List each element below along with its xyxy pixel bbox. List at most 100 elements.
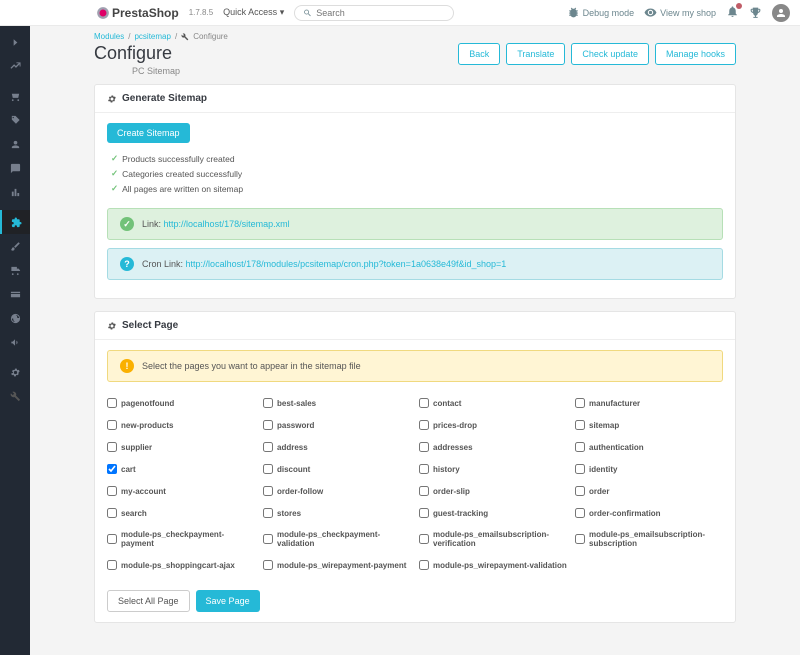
person-icon	[10, 139, 21, 150]
sidebar-intl[interactable]	[0, 306, 30, 330]
check-update-button[interactable]: Check update	[571, 43, 649, 65]
search-field[interactable]	[294, 5, 454, 21]
page-checkbox[interactable]	[107, 420, 117, 430]
page-checkbox[interactable]	[419, 420, 429, 430]
save-page-button[interactable]: Save Page	[196, 590, 260, 612]
sidebar-stats[interactable]	[0, 180, 30, 204]
page-checkbox[interactable]	[419, 486, 429, 496]
page-item[interactable]: authentication	[575, 438, 723, 456]
page-item[interactable]: cart	[107, 460, 255, 478]
page-item[interactable]: identity	[575, 460, 723, 478]
page-checkbox[interactable]	[263, 560, 273, 570]
status-item: ✓Products successfully created	[111, 151, 719, 166]
page-item[interactable]: contact	[419, 394, 567, 412]
page-checkbox[interactable]	[575, 534, 585, 544]
search-input[interactable]	[316, 8, 445, 18]
page-checkbox[interactable]	[107, 486, 117, 496]
page-checkbox[interactable]	[263, 420, 273, 430]
page-item[interactable]: stores	[263, 504, 411, 522]
notifications-button[interactable]	[726, 5, 739, 20]
page-checkbox[interactable]	[419, 398, 429, 408]
page-checkbox[interactable]	[575, 442, 585, 452]
trophy-icon[interactable]	[749, 6, 762, 19]
sidebar-dashboard[interactable]	[0, 54, 30, 78]
debug-mode-link[interactable]: Debug mode	[567, 6, 635, 19]
page-item[interactable]: sitemap	[575, 416, 723, 434]
crumb-modules[interactable]: Modules	[94, 32, 124, 41]
sidebar-customers[interactable]	[0, 132, 30, 156]
page-checkbox[interactable]	[419, 560, 429, 570]
page-item[interactable]: module-ps_emailsubscription-verification	[419, 526, 567, 552]
page-checkbox[interactable]	[419, 464, 429, 474]
page-checkbox[interactable]	[575, 508, 585, 518]
page-item[interactable]: best-sales	[263, 394, 411, 412]
sidebar-settings[interactable]	[0, 360, 30, 384]
page-item[interactable]: order-follow	[263, 482, 411, 500]
page-item[interactable]: discount	[263, 460, 411, 478]
page-item[interactable]: my-account	[107, 482, 255, 500]
sidebar-support[interactable]	[0, 156, 30, 180]
sitemap-link[interactable]: http://localhost/178/sitemap.xml	[164, 219, 290, 229]
page-checkbox[interactable]	[575, 486, 585, 496]
page-label: stores	[277, 509, 301, 518]
page-item[interactable]: addresses	[419, 438, 567, 456]
page-checkbox[interactable]	[263, 508, 273, 518]
back-button[interactable]: Back	[458, 43, 500, 65]
page-checkbox[interactable]	[107, 442, 117, 452]
page-checkbox[interactable]	[419, 508, 429, 518]
page-checkbox[interactable]	[263, 534, 273, 544]
page-item[interactable]: module-ps_checkpayment-validation	[263, 526, 411, 552]
page-checkbox[interactable]	[263, 442, 273, 452]
page-item[interactable]: password	[263, 416, 411, 434]
page-item[interactable]: guest-tracking	[419, 504, 567, 522]
page-checkbox[interactable]	[107, 508, 117, 518]
sidebar-toggle[interactable]	[0, 30, 30, 54]
sidebar-advanced[interactable]	[0, 384, 30, 408]
page-item[interactable]: prices-drop	[419, 416, 567, 434]
sidebar-orders[interactable]	[0, 84, 30, 108]
page-item[interactable]: module-ps_emailsubscription-subscription	[575, 526, 723, 552]
page-checkbox[interactable]	[575, 464, 585, 474]
page-checkbox[interactable]	[107, 560, 117, 570]
page-checkbox[interactable]	[107, 534, 117, 544]
page-item[interactable]: order-slip	[419, 482, 567, 500]
page-item[interactable]: order	[575, 482, 723, 500]
view-shop-link[interactable]: View my shop	[644, 6, 716, 19]
page-checkbox[interactable]	[263, 486, 273, 496]
page-checkbox[interactable]	[263, 464, 273, 474]
page-checkbox[interactable]	[107, 398, 117, 408]
page-item[interactable]: module-ps_wirepayment-validation	[419, 556, 567, 574]
page-checkbox[interactable]	[263, 398, 273, 408]
page-checkbox[interactable]	[419, 534, 429, 544]
page-item[interactable]: module-ps_shoppingcart-ajax	[107, 556, 255, 574]
sidebar-payment[interactable]	[0, 282, 30, 306]
page-checkbox[interactable]	[575, 398, 585, 408]
sidebar-marketing[interactable]	[0, 330, 30, 354]
page-item[interactable]: address	[263, 438, 411, 456]
quick-access-menu[interactable]: Quick Access ▾	[223, 7, 284, 18]
page-item[interactable]: manufacturer	[575, 394, 723, 412]
manage-hooks-button[interactable]: Manage hooks	[655, 43, 736, 65]
page-item[interactable]: module-ps_wirepayment-payment	[263, 556, 411, 574]
crumb-module[interactable]: pcsitemap	[134, 32, 170, 41]
page-item[interactable]: new-products	[107, 416, 255, 434]
page-item[interactable]: search	[107, 504, 255, 522]
page-item[interactable]: module-ps_checkpayment-payment	[107, 526, 255, 552]
sidebar-shipping[interactable]	[0, 258, 30, 282]
sidebar-design[interactable]	[0, 234, 30, 258]
select-all-button[interactable]: Select All Page	[107, 590, 190, 612]
chat-icon	[10, 163, 21, 174]
page-item[interactable]: supplier	[107, 438, 255, 456]
page-checkbox[interactable]	[419, 442, 429, 452]
sidebar-catalog[interactable]	[0, 108, 30, 132]
page-item[interactable]: order-confirmation	[575, 504, 723, 522]
sidebar-modules[interactable]	[0, 210, 30, 234]
avatar[interactable]	[772, 4, 790, 22]
cron-link[interactable]: http://localhost/178/modules/pcsitemap/c…	[186, 259, 507, 269]
page-checkbox[interactable]	[575, 420, 585, 430]
create-sitemap-button[interactable]: Create Sitemap	[107, 123, 190, 143]
translate-button[interactable]: Translate	[506, 43, 565, 65]
page-checkbox[interactable]	[107, 464, 117, 474]
page-item[interactable]: history	[419, 460, 567, 478]
page-item[interactable]: pagenotfound	[107, 394, 255, 412]
